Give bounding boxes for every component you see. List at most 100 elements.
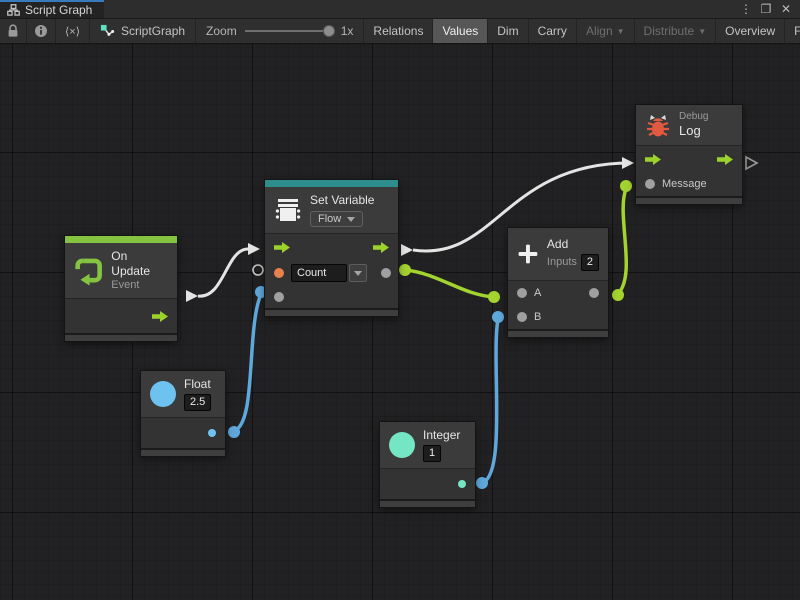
variable-name-field[interactable]: Count [291,264,347,282]
chevron-down-icon: ▼ [617,27,625,36]
zoom-slider-knob[interactable] [323,25,335,37]
toolbar-button-align[interactable]: Align ▼ [577,19,635,43]
flow-output-port[interactable] [373,242,389,253]
float-output-port[interactable] [208,429,216,437]
graph-asset-name: ScriptGraph [121,24,185,38]
chevron-down-icon [354,271,362,276]
info-icon [34,24,48,38]
output-port-row [141,418,225,448]
update-loop-icon [74,256,103,286]
node-header: Add Inputs 2 [508,228,608,281]
toolbar-button-values[interactable]: Values [433,19,488,43]
window-buttons: ⋮ ❐ ✕ [738,0,800,18]
button-label: Align [586,24,613,38]
node-add[interactable]: Add Inputs 2 A B [508,228,608,337]
node-header: On Update Event [65,243,177,299]
graph-asset-label[interactable]: ScriptGraph [90,19,196,43]
integer-value-field[interactable]: 1 [423,445,441,462]
chevron-down-icon [347,217,355,222]
toolbar-button-fullscreen[interactable]: Full Screen [785,19,800,43]
node-header: Debug Log [636,105,742,146]
value-output-port[interactable] [381,268,391,278]
node-header: Integer 1 [380,422,475,469]
port-row-a: A [508,281,608,305]
toolbar-button-dim[interactable]: Dim [488,19,528,43]
inputs-label: Inputs [547,256,577,269]
node-integer[interactable]: Integer 1 [380,422,475,507]
sum-output-port[interactable] [589,288,599,298]
integer-icon [389,432,415,458]
zoom-value: 1x [341,24,354,38]
tab-title: Script Graph [25,3,92,17]
zoom-control: Zoom 1x [196,19,364,43]
port-row-b: B [508,305,608,329]
code-view-button[interactable]: ⟨×⟩ [56,19,90,43]
button-label: Values [442,24,478,38]
variable-name-input-port[interactable] [274,268,284,278]
button-label: Relations [373,24,423,38]
toolbar-button-relations[interactable]: Relations [364,19,433,43]
lock-button[interactable] [0,19,27,43]
node-title: Float [184,377,211,392]
variable-name-dropdown-button[interactable] [349,264,367,282]
value-input-row [265,286,398,308]
port-label-a: A [534,287,541,299]
plus-icon [517,240,539,268]
message-input-port[interactable] [645,179,655,189]
zoom-slider[interactable] [245,30,333,32]
input-port-b[interactable] [517,312,527,322]
hierarchy-icon [7,4,20,16]
node-footer [380,499,475,507]
node-footer [141,448,225,456]
node-footer [265,308,398,316]
variable-name-combo[interactable]: Count [291,264,367,282]
close-icon[interactable]: ✕ [778,2,794,16]
toolbar-button-overview[interactable]: Overview [716,19,785,43]
node-title: Set Variable [310,193,374,208]
port-label-b: B [534,311,541,323]
button-label: Overview [725,24,775,38]
node-debug-log[interactable]: Debug Log Message [636,105,742,204]
flow-output-port[interactable] [152,311,168,322]
zoom-label: Zoom [206,24,237,38]
message-port-label: Message [662,178,707,190]
title-bar: Script Graph ⋮ ❐ ✕ [0,0,800,19]
node-color-strip [265,180,398,187]
node-float[interactable]: Float 2.5 [141,371,225,456]
variable-scope-dropdown[interactable]: Flow [310,211,363,227]
node-set-variable[interactable]: Set Variable Flow Count [265,180,398,316]
node-footer [65,333,177,341]
button-label: Distribute [644,24,695,38]
tab-script-graph[interactable]: Script Graph [0,0,104,18]
toolbar-button-distribute[interactable]: Distribute▼ [635,19,717,43]
flow-input-port[interactable] [274,242,290,253]
node-subtitle: Event [111,279,168,292]
flow-port-row [265,234,398,260]
flow-port-row [636,146,742,172]
flow-output-port[interactable] [717,154,733,165]
node-footer [508,329,608,337]
node-kicker: Debug [679,111,708,123]
kebab-menu-icon[interactable]: ⋮ [738,2,754,16]
node-port-row [65,299,177,333]
message-port-row: Message [636,172,742,196]
inputs-count-field[interactable]: 2 [581,254,599,271]
float-value-field[interactable]: 2.5 [184,394,211,411]
integer-output-port[interactable] [458,480,466,488]
node-footer [636,196,742,204]
script-graph-icon [100,24,115,39]
node-title: Log [679,123,708,139]
value-input-port[interactable] [274,292,284,302]
maximize-icon[interactable]: ❐ [758,2,774,16]
toolbar-button-carry[interactable]: Carry [529,19,577,43]
node-on-update[interactable]: On Update Event [65,236,177,341]
node-title: Add [547,237,599,252]
info-button[interactable] [27,19,56,43]
chevron-down-icon: ▼ [698,27,706,36]
scope-value: Flow [318,213,341,225]
flow-input-port[interactable] [645,154,661,165]
node-color-strip [65,236,177,243]
code-cross-icon: ⟨×⟩ [65,25,80,38]
input-port-a[interactable] [517,288,527,298]
button-label: Full Screen [794,24,800,38]
